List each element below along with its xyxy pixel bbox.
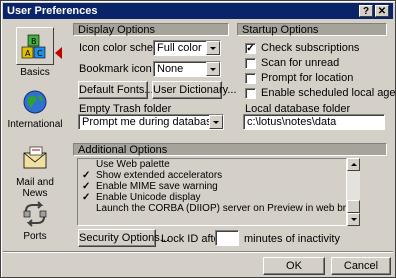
sidebar-item-ports[interactable]: Ports: [3, 199, 67, 242]
security-options-button[interactable]: Security Options...: [78, 229, 169, 247]
user-preferences-window: User Preferences ? ✕ A C B Basics Intern…: [0, 0, 396, 278]
footer-divider: [3, 251, 393, 253]
scroll-down-icon[interactable]: [347, 213, 360, 226]
list-item[interactable]: [78, 214, 346, 225]
startup-option-check-subscriptions[interactable]: ✓ Check subscriptions: [245, 42, 359, 54]
additional-options-list[interactable]: Use Web palette ✓ Show extended accelerat…: [77, 158, 347, 226]
list-item[interactable]: ✓ Enable Unicode display: [78, 192, 346, 203]
default-fonts-button[interactable]: Default Fonts...: [78, 81, 154, 99]
window-title: User Preferences: [7, 5, 98, 17]
list-item-label: Enable Unicode display: [96, 192, 201, 203]
list-item-label: Launch the CORBA (DIIOP) server on Previ…: [96, 203, 347, 214]
list-item[interactable]: ✓ Enable MIME save warning: [78, 181, 346, 192]
checkbox[interactable]: ✓: [245, 42, 256, 54]
chevron-down-icon[interactable]: [206, 62, 220, 76]
check-icon: ✓: [246, 42, 255, 54]
list-scrollbar[interactable]: [347, 158, 360, 226]
list-item[interactable]: ✓ Show extended accelerators: [78, 170, 346, 181]
minutes-label: minutes of inactivity: [244, 233, 340, 245]
empty-trash-value: Prompt me during database close: [82, 116, 223, 128]
checkbox-label: Check subscriptions: [261, 42, 360, 54]
checkbox[interactable]: [245, 57, 256, 69]
startup-option-prompt-location[interactable]: Prompt for location: [245, 72, 353, 84]
globe-icon: [23, 90, 47, 114]
scroll-thumb[interactable]: [347, 200, 360, 213]
check-mark: ✓: [82, 170, 91, 181]
icon-scheme-value: Full color: [157, 42, 202, 54]
checkbox-label: Scan for unread: [261, 57, 340, 69]
sidebar-item-label: International: [7, 119, 63, 130]
sidebar-item-international[interactable]: International: [3, 87, 67, 130]
help-button[interactable]: ?: [359, 5, 373, 17]
list-item-label: Use Web palette: [96, 159, 170, 170]
title-bar[interactable]: User Preferences ? ✕: [3, 3, 393, 19]
check-mark: ✓: [82, 181, 91, 192]
svg-text:B: B: [31, 37, 37, 46]
scroll-up-icon[interactable]: [347, 158, 360, 171]
list-item-label: Show extended accelerators: [96, 170, 223, 181]
selection-arrow-icon: [55, 47, 62, 59]
startup-option-scheduled-agents[interactable]: Enable scheduled local agents: [245, 87, 396, 99]
checkbox-label: Prompt for location: [261, 72, 354, 84]
envelope-icon: [23, 146, 47, 169]
bookmark-size-value: None: [157, 63, 184, 75]
check-mark: ✓: [82, 192, 91, 203]
category-sidebar: A C B Basics International Mail and News…: [3, 23, 67, 249]
startup-option-scan-unread[interactable]: Scan for unread: [245, 57, 339, 69]
svg-text:A: A: [25, 49, 31, 58]
icon-scheme-select[interactable]: Full color: [153, 40, 221, 56]
checkbox[interactable]: [245, 87, 256, 99]
lock-id-label: Lock ID after: [161, 233, 224, 245]
lock-minutes-input[interactable]: [215, 230, 239, 246]
blocks-icon: A C B: [21, 34, 46, 59]
close-button[interactable]: ✕: [375, 5, 389, 17]
checkbox[interactable]: [245, 72, 256, 84]
list-item[interactable]: Use Web palette: [78, 159, 346, 170]
sidebar-item-label: Mail and News: [16, 177, 54, 199]
display-options-header: Display Options: [73, 23, 229, 36]
chevron-down-icon[interactable]: [209, 115, 223, 129]
chevron-down-icon[interactable]: [206, 41, 220, 55]
local-db-input[interactable]: c:\lotus\notes\data: [243, 114, 385, 130]
additional-options-header: Additional Options: [73, 143, 387, 156]
empty-trash-select[interactable]: Prompt me during database close: [78, 114, 224, 130]
ports-icon: [23, 201, 47, 227]
sidebar-item-basics[interactable]: A C B Basics: [3, 27, 67, 78]
cancel-button[interactable]: Cancel: [331, 257, 391, 275]
sidebar-item-mail-news[interactable]: Mail and News: [3, 145, 67, 199]
list-item-label: Enable MIME save warning: [96, 181, 218, 192]
ok-button[interactable]: OK: [263, 257, 325, 275]
checkbox-label: Enable scheduled local agents: [261, 87, 396, 99]
svg-text:C: C: [37, 49, 43, 58]
bookmark-size-select[interactable]: None: [153, 61, 221, 77]
startup-options-header: Startup Options: [237, 23, 387, 36]
sidebar-item-label: Ports: [23, 231, 47, 242]
list-item[interactable]: Launch the CORBA (DIIOP) server on Previ…: [78, 203, 346, 214]
user-dictionary-button[interactable]: User Dictionary...: [152, 81, 237, 99]
sidebar-item-label: Basics: [20, 67, 50, 78]
